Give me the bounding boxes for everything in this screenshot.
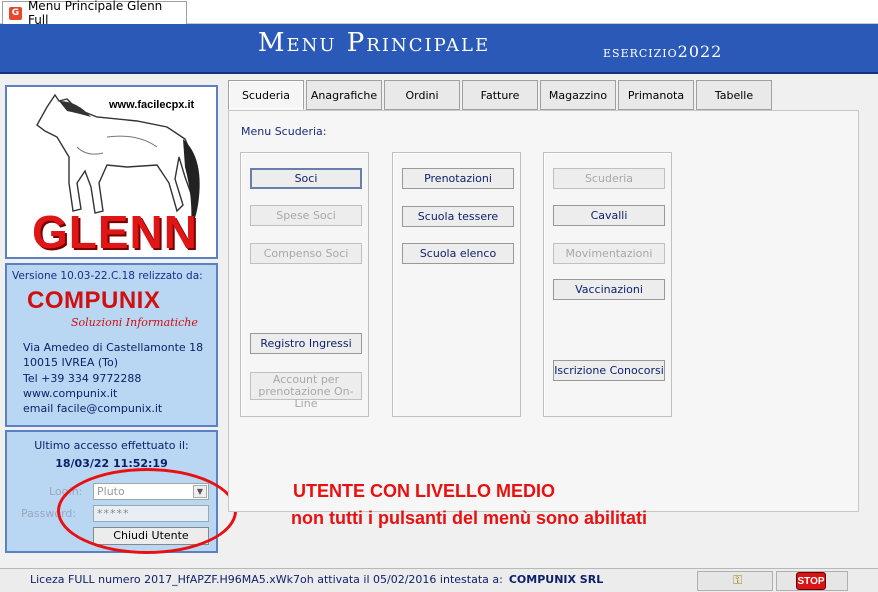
logo-panel: www.facilecpx.it GLENN: [5, 85, 218, 259]
menu-section-label: Menu Scuderia:: [241, 125, 327, 138]
annotation-line-1: UTENTE CON LIVELLO MEDIO: [293, 481, 556, 501]
license-info: Liceza FULL numero 2017_HfAPZF.H96MA5.xW…: [30, 573, 603, 586]
tab-tabelle[interactable]: Tabelle: [696, 80, 772, 110]
email-line: email facile@compunix.it: [23, 402, 163, 415]
compenso-soci-button[interactable]: Compenso Soci: [250, 243, 362, 264]
scuola-tessere-button[interactable]: Scuola tessere: [402, 206, 514, 227]
prenotazioni-button[interactable]: Prenotazioni: [402, 168, 514, 189]
tab-magazzino[interactable]: Magazzino: [540, 80, 616, 110]
phone-line: Tel +39 334 9772288: [23, 372, 142, 385]
scuola-elenco-button[interactable]: Scuola elenco: [402, 243, 514, 264]
last-access-time: 18/03/22 11:52:19: [55, 457, 168, 470]
iscrizione-concorsi-button[interactable]: Iscrizione Conocorsi: [553, 360, 665, 381]
movimentazioni-button[interactable]: Movimentazioni: [553, 243, 665, 264]
city-line: 10015 IVREA (To): [23, 356, 119, 369]
tab-anagrafiche[interactable]: Anagrafiche: [306, 80, 382, 110]
app-icon: G: [9, 6, 22, 20]
stop-icon[interactable]: STOP: [796, 572, 826, 590]
vendor-tagline: Soluzioni Informatiche: [71, 316, 198, 329]
license-text: Liceza FULL numero 2017_HfAPZF.H96MA5.xW…: [30, 573, 503, 586]
soci-button[interactable]: Soci: [250, 168, 362, 189]
window-tab-title: Menu Principale Glenn Full: [27, 0, 163, 27]
highlight-ellipse: [57, 468, 237, 554]
tab-primanota[interactable]: Primanota: [618, 80, 694, 110]
website-line: www.compunix.it: [23, 387, 118, 400]
logo-url: www.facilecpx.it: [109, 99, 195, 111]
tab-fatture[interactable]: Fatture: [462, 80, 538, 110]
button-group-2: Prenotazioni Scuola tessere Scuola elenc…: [392, 152, 521, 417]
vaccinazioni-button[interactable]: Vaccinazioni: [553, 279, 665, 300]
scuderia-button[interactable]: Scuderia: [553, 168, 665, 189]
main-tabs: Scuderia Anagrafiche Ordini Fatture Maga…: [228, 80, 772, 110]
key-icon[interactable]: ⚿: [733, 573, 742, 588]
scuderia-panel: Menu Scuderia: Soci Spese Soci Compenso …: [228, 110, 859, 512]
vendor-logo-text: COMPUNIX: [27, 287, 161, 314]
window-tab[interactable]: G Menu Principale Glenn Full: [2, 0, 187, 27]
brand-logo-text: GLENN: [32, 206, 198, 258]
tab-ordini[interactable]: Ordini: [384, 80, 460, 110]
button-group-1: Soci Spese Soci Compenso Soci Registro I…: [240, 152, 369, 417]
annotation-line-2: non tutti i pulsanti del menù sono abili…: [291, 508, 647, 528]
license-company: COMPUNIX SRL: [508, 573, 604, 586]
account-online-button[interactable]: Account per prenotazione On-Line: [250, 372, 362, 410]
fiscal-year-label: esercizio2022: [603, 42, 723, 61]
vendor-info-panel: Versione 10.03-22.C.18 relizzato da: COM…: [5, 263, 218, 427]
header-bar: Menu Principale esercizio2022: [0, 24, 878, 74]
registro-ingressi-button[interactable]: Registro Ingressi: [250, 333, 362, 354]
spese-soci-button[interactable]: Spese Soci: [250, 205, 362, 226]
tab-scuderia[interactable]: Scuderia: [228, 80, 304, 110]
button-group-3: Scuderia Cavalli Movimentazioni Vaccinaz…: [543, 152, 672, 417]
cavalli-button[interactable]: Cavalli: [553, 205, 665, 226]
window-tab-strip: G Menu Principale Glenn Full: [0, 0, 878, 27]
address-line: Via Amedeo di Castellamonte 18: [23, 341, 204, 354]
status-bar: Liceza FULL numero 2017_HfAPZF.H96MA5.xW…: [0, 568, 878, 592]
last-access-label: Ultimo accesso effettuato il:: [34, 439, 189, 452]
version-label: Versione 10.03-22.C.18 relizzato da:: [12, 270, 203, 282]
